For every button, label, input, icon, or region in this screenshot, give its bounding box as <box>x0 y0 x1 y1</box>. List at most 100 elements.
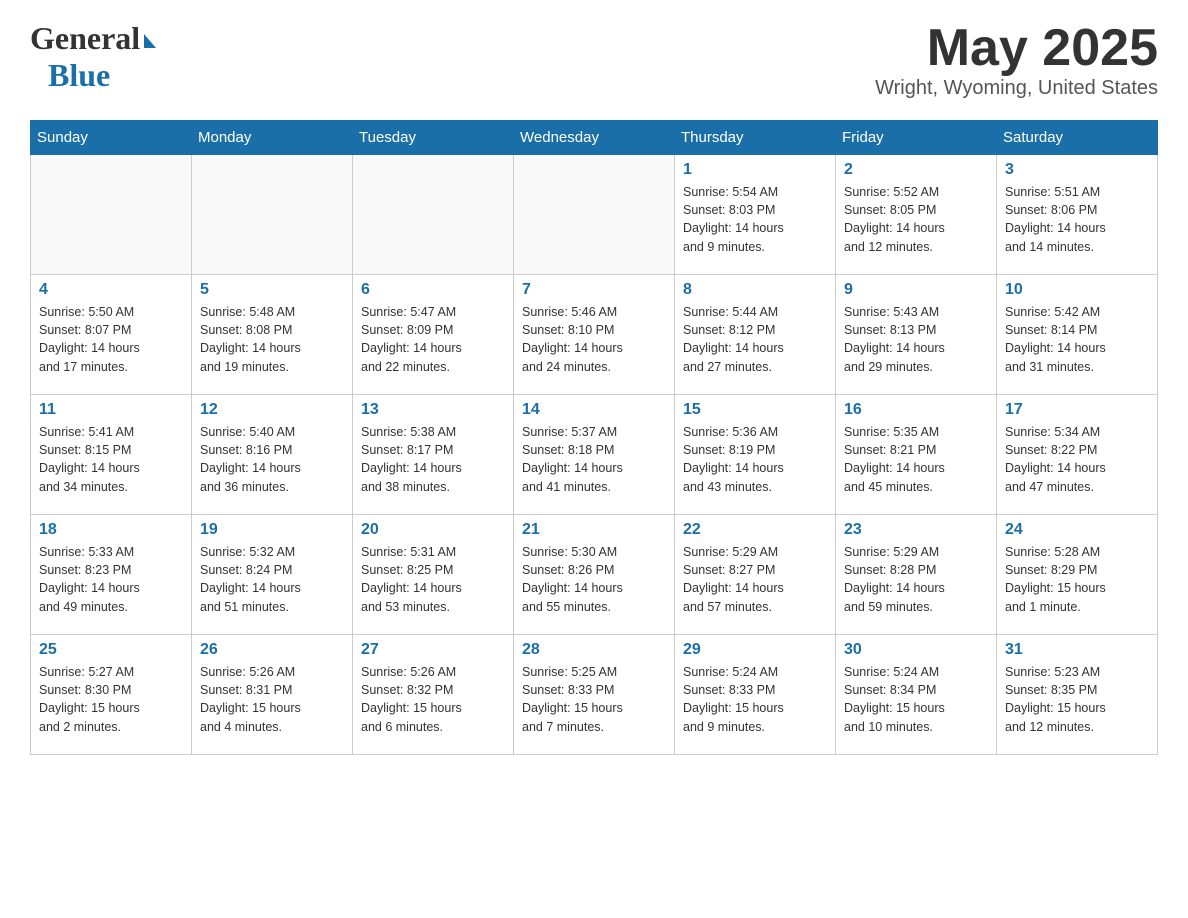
col-thursday: Thursday <box>675 121 836 155</box>
col-monday: Monday <box>192 121 353 155</box>
day-info: Sunrise: 5:24 AM Sunset: 8:33 PM Dayligh… <box>683 663 827 736</box>
logo-blue-text: Blue <box>48 57 156 94</box>
day-info: Sunrise: 5:46 AM Sunset: 8:10 PM Dayligh… <box>522 303 666 376</box>
day-number: 20 <box>361 521 505 539</box>
day-info: Sunrise: 5:50 AM Sunset: 8:07 PM Dayligh… <box>39 303 183 376</box>
location-subtitle: Wright, Wyoming, United States <box>875 77 1158 100</box>
table-row: 9 Sunrise: 5:43 AM Sunset: 8:13 PM Daylig… <box>836 275 997 395</box>
table-row: 17 Sunrise: 5:34 AM Sunset: 8:22 PM Dayli… <box>997 395 1158 515</box>
col-saturday: Saturday <box>997 121 1158 155</box>
table-row: 2 Sunrise: 5:52 AM Sunset: 8:05 PM Daylig… <box>836 155 997 275</box>
day-number: 25 <box>39 641 183 659</box>
logo-eneral: eneral <box>55 20 140 57</box>
day-info: Sunrise: 5:29 AM Sunset: 8:28 PM Dayligh… <box>844 543 988 616</box>
table-row <box>353 155 514 275</box>
day-number: 22 <box>683 521 827 539</box>
day-number: 15 <box>683 401 827 419</box>
day-info: Sunrise: 5:37 AM Sunset: 8:18 PM Dayligh… <box>522 423 666 496</box>
table-row: 6 Sunrise: 5:47 AM Sunset: 8:09 PM Daylig… <box>353 275 514 395</box>
day-number: 17 <box>1005 401 1149 419</box>
day-info: Sunrise: 5:26 AM Sunset: 8:32 PM Dayligh… <box>361 663 505 736</box>
table-row: 29 Sunrise: 5:24 AM Sunset: 8:33 PM Dayli… <box>675 635 836 755</box>
day-number: 3 <box>1005 161 1149 179</box>
title-block: May 2025 Wright, Wyoming, United States <box>875 20 1158 100</box>
table-row: 16Sunrise: 5:35 AM Sunset: 8:21 PM Dayli… <box>836 395 997 515</box>
table-row: 12 Sunrise: 5:40 AM Sunset: 8:16 PM Dayli… <box>192 395 353 515</box>
table-row: 8 Sunrise: 5:44 AM Sunset: 8:12 PM Daylig… <box>675 275 836 395</box>
calendar-week-row: 25 Sunrise: 5:27 AM Sunset: 8:30 PM Dayli… <box>31 635 1158 755</box>
day-info: Sunrise: 5:24 AM Sunset: 8:34 PM Dayligh… <box>844 663 988 736</box>
table-row: 11 Sunrise: 5:41 AM Sunset: 8:15 PM Dayli… <box>31 395 192 515</box>
calendar-table: Sunday Monday Tuesday Wednesday Thursday… <box>30 120 1158 755</box>
table-row: 10 Sunrise: 5:42 AM Sunset: 8:14 PM Dayli… <box>997 275 1158 395</box>
day-info: Sunrise: 5:27 AM Sunset: 8:30 PM Dayligh… <box>39 663 183 736</box>
day-info: Sunrise: 5:34 AM Sunset: 8:22 PM Dayligh… <box>1005 423 1149 496</box>
day-info: Sunrise: 5:29 AM Sunset: 8:27 PM Dayligh… <box>683 543 827 616</box>
day-number: 18 <box>39 521 183 539</box>
day-number: 9 <box>844 281 988 299</box>
table-row: 4 Sunrise: 5:50 AM Sunset: 8:07 PM Daylig… <box>31 275 192 395</box>
month-year-title: May 2025 <box>875 20 1158 77</box>
day-number: 4 <box>39 281 183 299</box>
day-number: 11 <box>39 401 183 419</box>
day-info: Sunrise: 5:30 AM Sunset: 8:26 PM Dayligh… <box>522 543 666 616</box>
day-info: Sunrise: 5:38 AM Sunset: 8:17 PM Dayligh… <box>361 423 505 496</box>
day-info: Sunrise: 5:43 AM Sunset: 8:13 PM Dayligh… <box>844 303 988 376</box>
calendar-week-row: 18Sunrise: 5:33 AM Sunset: 8:23 PM Dayli… <box>31 515 1158 635</box>
day-info: Sunrise: 5:44 AM Sunset: 8:12 PM Dayligh… <box>683 303 827 376</box>
table-row: 15 Sunrise: 5:36 AM Sunset: 8:19 PM Dayli… <box>675 395 836 515</box>
day-info: Sunrise: 5:54 AM Sunset: 8:03 PM Dayligh… <box>683 183 827 256</box>
day-info: Sunrise: 5:51 AM Sunset: 8:06 PM Dayligh… <box>1005 183 1149 256</box>
col-wednesday: Wednesday <box>514 121 675 155</box>
day-number: 26 <box>200 641 344 659</box>
col-tuesday: Tuesday <box>353 121 514 155</box>
page-header: G eneral Blue May 2025 Wright, Wyoming, … <box>30 20 1158 100</box>
table-row: 19Sunrise: 5:32 AM Sunset: 8:24 PM Dayli… <box>192 515 353 635</box>
table-row <box>192 155 353 275</box>
table-row: 23 Sunrise: 5:29 AM Sunset: 8:28 PM Dayli… <box>836 515 997 635</box>
day-info: Sunrise: 5:26 AM Sunset: 8:31 PM Dayligh… <box>200 663 344 736</box>
day-number: 27 <box>361 641 505 659</box>
day-info: Sunrise: 5:23 AM Sunset: 8:35 PM Dayligh… <box>1005 663 1149 736</box>
table-row: 22 Sunrise: 5:29 AM Sunset: 8:27 PM Dayli… <box>675 515 836 635</box>
calendar-week-row: 1 Sunrise: 5:54 AM Sunset: 8:03 PM Daylig… <box>31 155 1158 275</box>
table-row: 7Sunrise: 5:46 AM Sunset: 8:10 PM Daylig… <box>514 275 675 395</box>
table-row: 18Sunrise: 5:33 AM Sunset: 8:23 PM Dayli… <box>31 515 192 635</box>
day-info: Sunrise: 5:47 AM Sunset: 8:09 PM Dayligh… <box>361 303 505 376</box>
logo-triangle-icon <box>144 34 156 48</box>
table-row: 31 Sunrise: 5:23 AM Sunset: 8:35 PM Dayli… <box>997 635 1158 755</box>
day-info: Sunrise: 5:36 AM Sunset: 8:19 PM Dayligh… <box>683 423 827 496</box>
logo: G eneral Blue <box>30 20 156 94</box>
calendar-header-row: Sunday Monday Tuesday Wednesday Thursday… <box>31 121 1158 155</box>
table-row: 1 Sunrise: 5:54 AM Sunset: 8:03 PM Daylig… <box>675 155 836 275</box>
day-info: Sunrise: 5:52 AM Sunset: 8:05 PM Dayligh… <box>844 183 988 256</box>
day-info: Sunrise: 5:41 AM Sunset: 8:15 PM Dayligh… <box>39 423 183 496</box>
day-number: 29 <box>683 641 827 659</box>
table-row <box>514 155 675 275</box>
day-info: Sunrise: 5:48 AM Sunset: 8:08 PM Dayligh… <box>200 303 344 376</box>
day-number: 14 <box>522 401 666 419</box>
day-number: 23 <box>844 521 988 539</box>
day-number: 10 <box>1005 281 1149 299</box>
day-number: 8 <box>683 281 827 299</box>
table-row: 24Sunrise: 5:28 AM Sunset: 8:29 PM Dayli… <box>997 515 1158 635</box>
day-number: 2 <box>844 161 988 179</box>
day-info: Sunrise: 5:25 AM Sunset: 8:33 PM Dayligh… <box>522 663 666 736</box>
calendar-week-row: 4 Sunrise: 5:50 AM Sunset: 8:07 PM Daylig… <box>31 275 1158 395</box>
day-number: 12 <box>200 401 344 419</box>
day-info: Sunrise: 5:32 AM Sunset: 8:24 PM Dayligh… <box>200 543 344 616</box>
day-info: Sunrise: 5:40 AM Sunset: 8:16 PM Dayligh… <box>200 423 344 496</box>
day-info: Sunrise: 5:42 AM Sunset: 8:14 PM Dayligh… <box>1005 303 1149 376</box>
table-row: 27 Sunrise: 5:26 AM Sunset: 8:32 PM Dayli… <box>353 635 514 755</box>
table-row: 26 Sunrise: 5:26 AM Sunset: 8:31 PM Dayli… <box>192 635 353 755</box>
day-number: 21 <box>522 521 666 539</box>
day-number: 6 <box>361 281 505 299</box>
table-row: 21 Sunrise: 5:30 AM Sunset: 8:26 PM Dayli… <box>514 515 675 635</box>
table-row: 14 Sunrise: 5:37 AM Sunset: 8:18 PM Dayli… <box>514 395 675 515</box>
table-row: 5Sunrise: 5:48 AM Sunset: 8:08 PM Daylig… <box>192 275 353 395</box>
day-number: 1 <box>683 161 827 179</box>
day-number: 31 <box>1005 641 1149 659</box>
table-row: 30Sunrise: 5:24 AM Sunset: 8:34 PM Dayli… <box>836 635 997 755</box>
day-info: Sunrise: 5:31 AM Sunset: 8:25 PM Dayligh… <box>361 543 505 616</box>
day-number: 24 <box>1005 521 1149 539</box>
